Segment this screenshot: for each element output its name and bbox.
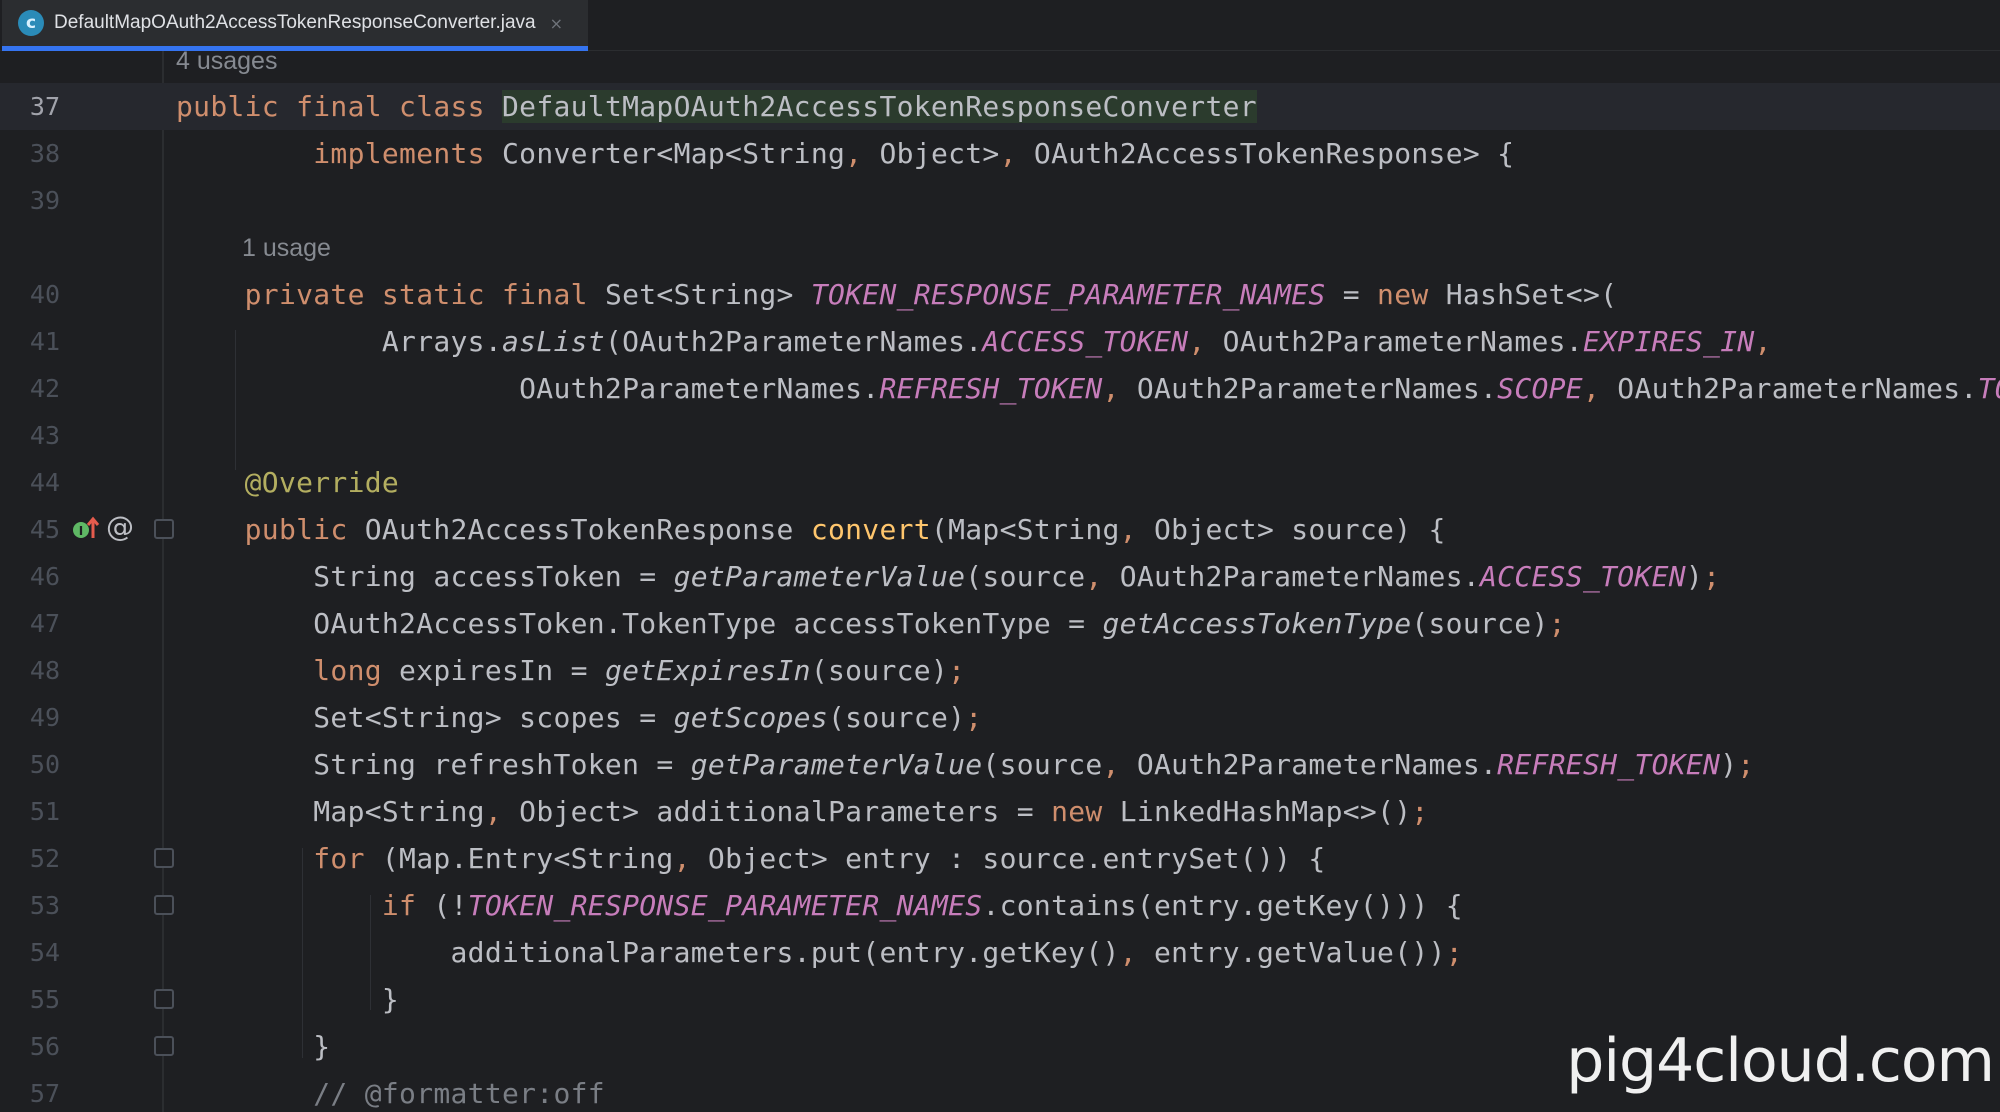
line-number: 47 [29, 609, 60, 638]
line-number: 51 [29, 797, 60, 826]
line-number: 57 [29, 1079, 60, 1108]
line-number: 43 [29, 421, 60, 450]
field-usages-hint[interactable]: 1 usage [242, 225, 331, 272]
java-class-icon: c [18, 10, 44, 36]
code-text[interactable]: String accessToken = getParameterValue(s… [176, 553, 1720, 600]
code-line-46[interactable]: 46 String accessToken = getParameterValu… [0, 553, 2000, 600]
code-text[interactable]: Set<String> scopes = getScopes(source); [176, 694, 982, 741]
line-number: 39 [29, 186, 60, 215]
code-line-38[interactable]: 38 implements Converter<Map<String, Obje… [0, 130, 2000, 177]
line-number: 46 [29, 562, 60, 591]
code-line-54[interactable]: 54 additionalParameters.put(entry.getKey… [0, 929, 2000, 976]
code-line-45[interactable]: 45 I @ public OAuth2AccessTokenResponse … [0, 506, 2000, 553]
tab-title: DefaultMapOAuth2AccessTokenResponseConve… [54, 12, 536, 33]
code-line-52[interactable]: 52 for (Map.Entry<String, Object> entry … [0, 835, 2000, 882]
line-number: 53 [29, 891, 60, 920]
code-text[interactable]: public OAuth2AccessTokenResponse convert… [176, 506, 1446, 553]
fold-marker-icon[interactable] [154, 1036, 174, 1056]
code-line-55[interactable]: 55 } [0, 976, 2000, 1023]
code-line-50[interactable]: 50 String refreshToken = getParameterVal… [0, 741, 2000, 788]
code-text[interactable]: Map<String, Object> additionalParameters… [176, 788, 1429, 835]
code-line-51[interactable]: 51 Map<String, Object> additionalParamet… [0, 788, 2000, 835]
code-text[interactable]: private static final Set<String> TOKEN_R… [176, 271, 1617, 318]
code-text[interactable]: String refreshToken = getParameterValue(… [176, 741, 1755, 788]
line-number: 50 [29, 750, 60, 779]
class-name: DefaultMapOAuth2AccessTokenResponseConve… [502, 90, 1257, 123]
code-text[interactable]: Arrays.asList(OAuth2ParameterNames.ACCES… [176, 318, 1772, 365]
watermark: pig4cloud.com [1566, 1026, 1995, 1096]
code-line-43[interactable]: 43 [0, 412, 2000, 459]
class-usages-hint[interactable]: 4 usages [176, 38, 277, 85]
code-text[interactable]: // @formatter:off [176, 1070, 605, 1112]
line-number: 42 [29, 374, 60, 403]
line-number: 40 [29, 280, 60, 309]
line-number: 38 [29, 139, 60, 168]
code-text[interactable]: OAuth2ParameterNames.REFRESH_TOKEN, OAut… [176, 365, 2000, 412]
line-number: 56 [29, 1032, 60, 1061]
code-text[interactable]: OAuth2AccessToken.TokenType accessTokenT… [176, 600, 1566, 647]
tab-close-icon[interactable]: × [550, 14, 563, 33]
line-number: 41 [29, 327, 60, 356]
code-text[interactable]: if (!TOKEN_RESPONSE_PARAMETER_NAMES.cont… [176, 882, 1463, 929]
svg-text:I: I [79, 524, 83, 538]
line-number: 55 [29, 985, 60, 1014]
annotation-icon[interactable]: @ [106, 510, 134, 543]
code-text[interactable]: long expiresIn = getExpiresIn(source); [176, 647, 965, 694]
code-text[interactable]: } [176, 976, 399, 1023]
line-number: 54 [29, 938, 60, 967]
code-line-41[interactable]: 41 Arrays.asList(OAuth2ParameterNames.AC… [0, 318, 2000, 365]
code-line-39[interactable]: 39 [0, 177, 2000, 224]
overrides-method-icon[interactable]: I [70, 514, 100, 544]
code-text[interactable]: for (Map.Entry<String, Object> entry : s… [176, 835, 1326, 882]
code-text[interactable]: additionalParameters.put(entry.getKey(),… [176, 929, 1463, 976]
line-number: 37 [29, 92, 60, 121]
editor-tab-bar: c DefaultMapOAuth2AccessTokenResponseCon… [0, 0, 2000, 51]
editor-tab-active[interactable]: c DefaultMapOAuth2AccessTokenResponseCon… [2, 0, 588, 51]
line-number: 48 [29, 656, 60, 685]
fold-marker-icon[interactable] [154, 989, 174, 1009]
fold-marker-icon[interactable] [154, 519, 174, 539]
code-text[interactable]: implements Converter<Map<String, Object>… [176, 130, 1514, 177]
line-number: 45 [29, 515, 60, 544]
code-text[interactable]: } [176, 1023, 330, 1070]
code-text[interactable]: public final class DefaultMapOAuth2Acces… [176, 83, 1257, 130]
fold-marker-icon[interactable] [154, 895, 174, 915]
code-line-40[interactable]: 40 private static final Set<String> TOKE… [0, 271, 2000, 318]
line-number: 49 [29, 703, 60, 732]
code-line-48[interactable]: 48 long expiresIn = getExpiresIn(source)… [0, 647, 2000, 694]
line-number: 44 [29, 468, 60, 497]
code-line-53[interactable]: 53 if (!TOKEN_RESPONSE_PARAMETER_NAMES.c… [0, 882, 2000, 929]
code-line-37[interactable]: 37 public final class DefaultMapOAuth2Ac… [0, 83, 2000, 130]
code-line-42[interactable]: 42 OAuth2ParameterNames.REFRESH_TOKEN, O… [0, 365, 2000, 412]
code-text[interactable]: @Override [176, 459, 399, 506]
line-number: 52 [29, 844, 60, 873]
code-line-47[interactable]: 47 OAuth2AccessToken.TokenType accessTok… [0, 600, 2000, 647]
code-line-44[interactable]: 44 @Override [0, 459, 2000, 506]
code-line-49[interactable]: 49 Set<String> scopes = getScopes(source… [0, 694, 2000, 741]
fold-marker-icon[interactable] [154, 848, 174, 868]
